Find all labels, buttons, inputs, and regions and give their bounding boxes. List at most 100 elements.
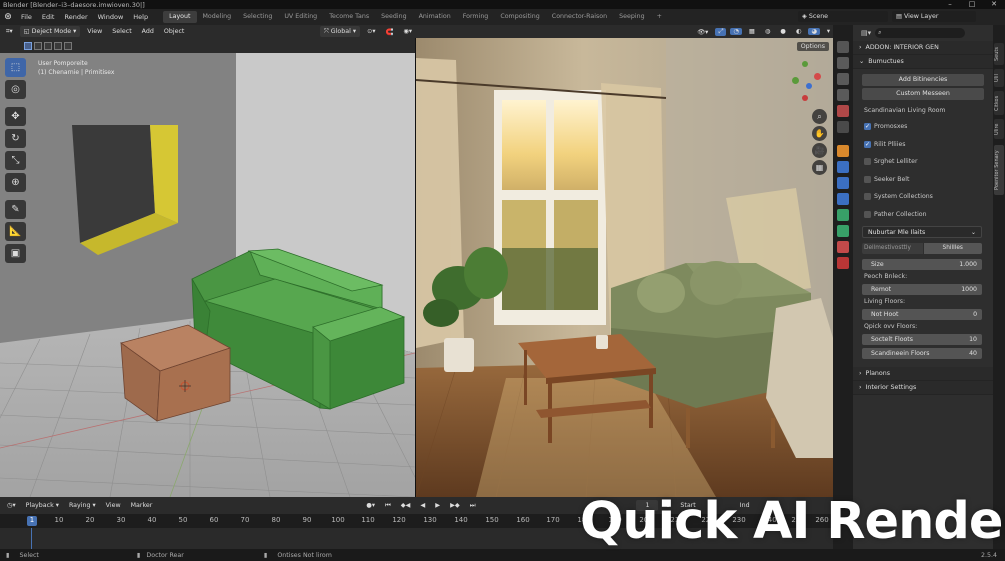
record-icon[interactable]: ●▾ xyxy=(363,502,378,509)
visibility-icon[interactable]: 👁▾ xyxy=(694,28,711,36)
menu-playback[interactable]: Playback ▾ xyxy=(23,502,62,509)
menu-help[interactable]: Help xyxy=(128,13,153,21)
world-props-icon[interactable] xyxy=(837,121,849,133)
options-button[interactable]: Options xyxy=(796,42,829,51)
perspective-grid-icon[interactable]: ▦ xyxy=(812,160,827,175)
checkbox-row-2[interactable]: Srghet Lelliter xyxy=(853,153,993,171)
viewport-3d-rendered[interactable]: Options xyxy=(416,38,833,497)
view-layer-props-icon[interactable] xyxy=(837,89,849,101)
timeline-editor-icon[interactable]: ◷▾ xyxy=(4,502,19,509)
data-props-icon[interactable] xyxy=(837,225,849,237)
checkbox-row-0[interactable]: ✓ Promosxes xyxy=(853,118,993,136)
workspace-tab-seeping[interactable]: Seeping xyxy=(613,11,650,23)
next-keyframe-icon[interactable]: ▶◆ xyxy=(447,502,463,509)
select-box-tool-icon[interactable]: ⬚ xyxy=(5,58,26,77)
shading-wireframe-icon[interactable]: ◍ xyxy=(762,28,774,35)
blender-logo-icon[interactable]: ⊛ xyxy=(0,12,16,22)
addon-header[interactable]: › ADDON: INTERIOR GEN xyxy=(853,41,993,55)
shading-rendered-icon[interactable]: ◕ xyxy=(808,28,820,35)
shading-solid-icon[interactable]: ● xyxy=(777,28,789,35)
seg-right-button[interactable]: Shillles xyxy=(923,243,982,254)
zoom-icon[interactable]: ⌕ xyxy=(812,109,827,124)
add-bitinencies-button[interactable]: Add Bitinencies xyxy=(862,74,984,86)
side-tab-0[interactable]: Seuts xyxy=(994,43,1004,65)
scene-props-icon[interactable] xyxy=(837,105,849,117)
side-tab-4[interactable]: Poenitor Senary xyxy=(994,145,1004,195)
menu-window[interactable]: Window xyxy=(93,13,129,21)
editor-type-icon[interactable]: ⌗▾ xyxy=(3,28,16,36)
move-tool-icon[interactable]: ✥ xyxy=(5,107,26,126)
side-tab-1[interactable]: Ulil xyxy=(994,69,1004,87)
side-tab-3[interactable]: Ulire xyxy=(994,119,1004,139)
workspace-tab-seeding[interactable]: Seeding xyxy=(375,11,412,23)
jump-end-icon[interactable]: ⏭ xyxy=(467,502,479,510)
particles-props-icon[interactable] xyxy=(837,177,849,189)
pan-hand-icon[interactable]: ✋ xyxy=(812,126,827,141)
close-icon[interactable]: ✕ xyxy=(983,0,1005,9)
add-cube-tool-icon[interactable]: ▣ xyxy=(5,244,26,263)
workspace-tab-selecting[interactable]: Selecting xyxy=(237,11,278,23)
add-workspace-icon[interactable]: + xyxy=(651,11,668,23)
checkbox-row-5[interactable]: Pather Collection xyxy=(853,206,993,224)
view-layer-selector[interactable]: ▤ View Layer xyxy=(892,11,976,22)
play-icon[interactable]: ▶ xyxy=(432,502,443,509)
checkbox-4[interactable] xyxy=(864,193,871,201)
cursor-tool-icon[interactable]: ◎ xyxy=(5,80,26,99)
seg-left-button[interactable]: Dellmestivosttly xyxy=(862,243,923,254)
workspace-tab-modeling[interactable]: Modeling xyxy=(197,11,238,23)
overlay-toggle-icon[interactable]: ◔ xyxy=(730,28,742,35)
orientation-selector[interactable]: ⤧ Global ▾ xyxy=(319,26,361,37)
scand-field[interactable]: Scandineein Floors 40 xyxy=(862,348,982,359)
custom-messeen-button[interactable]: Custom Messeen xyxy=(862,88,984,100)
minimize-icon[interactable]: – xyxy=(939,0,961,9)
viewport-3d-solid[interactable]: User Pomporeite (1) Chenarnie | Primitis… xyxy=(0,53,415,497)
checkbox-row-1[interactable]: ✓ Rilit Plliies xyxy=(853,136,993,154)
render-props-icon[interactable] xyxy=(837,57,849,69)
checkbox-row-3[interactable]: Seeker Belt xyxy=(853,171,993,189)
soctelt-field[interactable]: Soctelt Floots 10 xyxy=(862,334,982,345)
texture-props-icon[interactable] xyxy=(837,257,849,269)
menu-file[interactable]: File xyxy=(16,13,37,21)
nothoot-field[interactable]: Not Hoot 0 xyxy=(862,309,982,320)
menu-marker[interactable]: Marker xyxy=(128,502,156,509)
select-subtract-icon[interactable] xyxy=(44,41,52,50)
workspace-tab-animation[interactable]: Animation xyxy=(413,11,457,23)
scene-selector[interactable]: ◈ Scene xyxy=(798,11,888,22)
checkbox-2[interactable] xyxy=(864,158,871,166)
material-props-icon[interactable] xyxy=(837,241,849,253)
prev-keyframe-icon[interactable]: ◆◀ xyxy=(398,502,414,509)
workspace-tab-layout[interactable]: Layout xyxy=(163,11,197,23)
tool-props-icon[interactable] xyxy=(837,41,849,53)
section-bumuctues[interactable]: ⌄ Bumuctues xyxy=(853,55,993,69)
jump-start-icon[interactable]: ⏮ xyxy=(382,502,394,510)
select-new-icon[interactable] xyxy=(24,41,32,50)
rotate-tool-icon[interactable]: ↻ xyxy=(5,129,26,148)
shading-options-icon[interactable]: ▾ xyxy=(824,28,833,35)
gizmo-toggle-icon[interactable]: ⤢ xyxy=(715,27,727,36)
snap-icon[interactable]: 🧲 xyxy=(383,28,397,36)
transform-tool-icon[interactable]: ⊕ xyxy=(5,173,26,192)
shading-material-icon[interactable]: ◐ xyxy=(793,28,805,35)
select-invert-icon[interactable] xyxy=(54,41,62,50)
physics-props-icon[interactable] xyxy=(837,193,849,205)
remot-field[interactable]: Remot 1000 xyxy=(862,284,982,295)
size-field[interactable]: Size 1.000 xyxy=(862,259,982,270)
menu-timeline-view[interactable]: View xyxy=(103,502,124,509)
xray-icon[interactable]: ▦ xyxy=(746,28,758,35)
checkbox-row-4[interactable]: System Collections xyxy=(853,188,993,206)
workspace-tab-tecome-tans[interactable]: Tecome Tans xyxy=(323,11,375,23)
workspace-tab-compositing[interactable]: Compositing xyxy=(494,11,545,23)
style-dropdown[interactable]: Nuburtar Mle Ilaits ⌄ xyxy=(862,226,982,238)
menu-raying[interactable]: Raying ▾ xyxy=(66,502,99,509)
output-props-icon[interactable] xyxy=(837,73,849,85)
properties-search-input[interactable]: ⌕ xyxy=(875,28,966,38)
menu-view[interactable]: View xyxy=(84,28,105,35)
checkbox-0[interactable]: ✓ xyxy=(864,123,871,131)
annotate-tool-icon[interactable]: ✎ xyxy=(5,200,26,219)
navigation-gizmo[interactable] xyxy=(790,55,830,105)
constraints-props-icon[interactable] xyxy=(837,209,849,221)
properties-editor-icon[interactable]: ▤▾ xyxy=(861,29,871,37)
camera-view-icon[interactable]: 🎥 xyxy=(812,143,827,158)
scale-tool-icon[interactable]: ⤡ xyxy=(5,151,26,170)
menu-object[interactable]: Object xyxy=(161,28,188,35)
